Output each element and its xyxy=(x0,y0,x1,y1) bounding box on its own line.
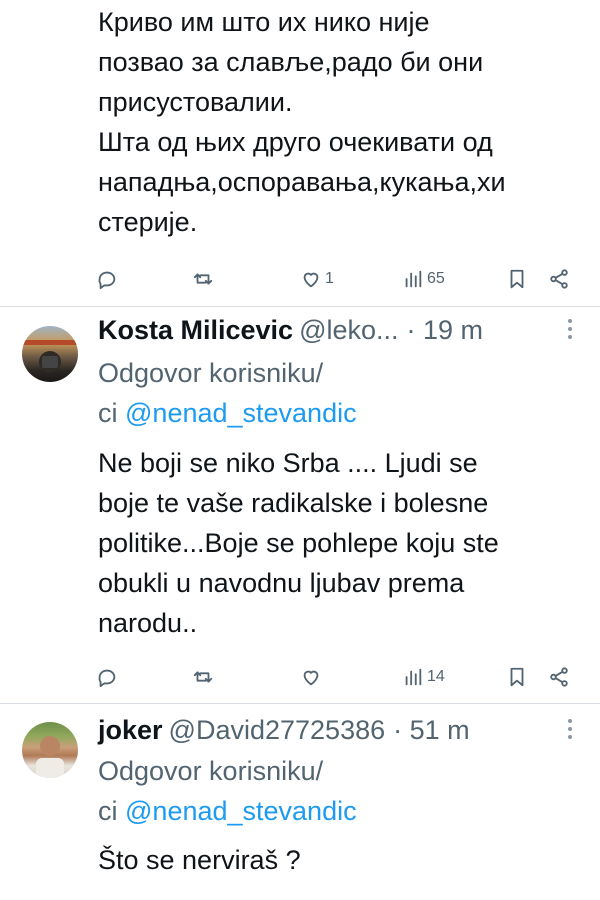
tweet-text-line: Ne boji se niko Srba .... Ljudi se xyxy=(98,448,478,478)
reply-context-mention: ci @nenad_stevandic xyxy=(98,398,357,428)
like-icon xyxy=(303,670,319,686)
more-options-button[interactable] xyxy=(568,719,574,739)
views-icon xyxy=(405,270,422,288)
reply-button[interactable] xyxy=(96,262,121,296)
retweet-icon xyxy=(193,671,213,683)
retweet-button[interactable] xyxy=(192,660,217,694)
share-icon xyxy=(550,269,568,289)
share-button[interactable] xyxy=(548,262,570,296)
author-name[interactable]: Kosta Milicevic xyxy=(98,315,293,346)
more-icon xyxy=(568,719,572,723)
tweet-2-header: Kosta Milicevic @leko... · 19 m xyxy=(98,310,578,350)
author-name[interactable]: joker xyxy=(98,715,163,746)
tweet-text-line: нападња,оспоравања,кукања,хи xyxy=(98,167,506,197)
avatar-image xyxy=(22,340,78,373)
timestamp[interactable]: · 19 m xyxy=(407,315,484,346)
bookmark-button[interactable] xyxy=(506,660,528,694)
tweet-3-header: joker @David27725386 · 51 m xyxy=(98,710,578,750)
reply-context: Odgovor korisniku/ xyxy=(98,756,324,786)
avatar[interactable] xyxy=(22,326,78,382)
reply-context: Odgovor korisniku/ xyxy=(98,358,324,388)
avatar[interactable] xyxy=(22,722,78,778)
author-handle[interactable]: @leko... xyxy=(299,315,398,346)
mention-link[interactable]: @nenad_stevandic xyxy=(125,398,357,428)
reply-icon xyxy=(98,271,116,290)
views-button[interactable]: 65 xyxy=(402,262,445,296)
views-count: 65 xyxy=(427,270,445,287)
tweet-3-text: Što se nerviraš ? xyxy=(98,840,578,880)
tweet-text-line: Шта од њих друго очекивати од xyxy=(98,127,493,157)
author-handle[interactable]: @David27725386 xyxy=(169,715,386,746)
tweet-2-text: Ne boji se niko Srba .... Ljudi se boje … xyxy=(98,443,578,643)
views-icon xyxy=(405,668,422,686)
share-button[interactable] xyxy=(548,660,570,694)
like-count: 1 xyxy=(325,270,334,287)
tweet-text-line: Što se nerviraš ? xyxy=(98,845,301,875)
divider xyxy=(0,306,600,307)
divider xyxy=(0,703,600,704)
share-icon xyxy=(550,667,568,687)
reply-context-mention: ci @nenad_stevandic xyxy=(98,796,357,826)
tweet-text-line: boje te vaše radikalske i bolesne xyxy=(98,488,489,518)
tweet-text-line: politike...Boje se pohlepe koju ste xyxy=(98,528,499,558)
views-count: 14 xyxy=(427,668,445,685)
like-button[interactable] xyxy=(300,660,325,694)
tweet-text-line: стерије. xyxy=(98,207,198,237)
tweet-1-text: Криво им што их нико није позвао за слав… xyxy=(98,2,588,242)
views-button[interactable]: 14 xyxy=(402,660,445,694)
bookmark-icon xyxy=(510,667,524,687)
like-button[interactable]: 1 xyxy=(300,262,334,296)
tweet-1-actions: 1 65 xyxy=(96,262,576,296)
retweet-icon xyxy=(193,273,213,285)
reply-icon xyxy=(98,669,116,688)
bookmark-button[interactable] xyxy=(506,262,528,296)
like-icon xyxy=(303,272,319,288)
mention-link[interactable]: @nenad_stevandic xyxy=(125,796,357,826)
tweet-text-line: позвао за славље,радо би они xyxy=(98,47,484,77)
bookmark-icon xyxy=(510,269,524,289)
tweet-2-actions: 14 xyxy=(96,660,576,694)
more-options-button[interactable] xyxy=(568,319,574,339)
tweet-text-line: присустовалии. xyxy=(98,87,293,117)
reply-button[interactable] xyxy=(96,660,121,694)
tweet-text-line: obukli u navodnu ljubav prema xyxy=(98,568,465,598)
tweet-text-line: Криво им што их нико није xyxy=(98,7,430,37)
timestamp[interactable]: · 51 m xyxy=(393,715,470,746)
avatar-image xyxy=(36,736,64,778)
retweet-button[interactable] xyxy=(192,262,217,296)
tweet-text-line: narodu.. xyxy=(98,608,198,638)
more-icon xyxy=(568,319,572,323)
